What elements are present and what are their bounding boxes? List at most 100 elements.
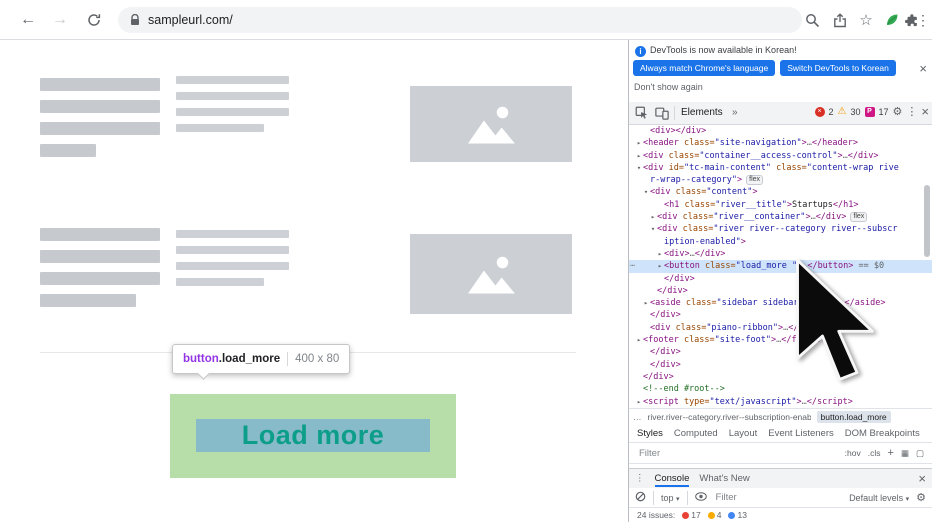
tree-row[interactable]: </div> <box>629 285 932 297</box>
tooltip-separator <box>287 352 288 366</box>
tree-row[interactable]: ▸<script type="text/javascript">…</scrip… <box>629 396 932 408</box>
console-settings-gear-icon[interactable]: ⚙ <box>916 491 926 504</box>
address-bar[interactable]: sampleurl.com/ <box>118 7 802 33</box>
console-filter-input[interactable] <box>714 491 843 504</box>
error-dot-icon <box>682 512 689 519</box>
row-overflow-icon[interactable]: ⋯ <box>630 260 635 272</box>
placeholder-line <box>176 92 289 100</box>
bookmark-star-icon[interactable]: ☆ <box>854 8 878 32</box>
live-expression-eye-icon[interactable] <box>695 492 707 503</box>
tree-row[interactable]: ▸<footer class="site-foot">…</footer> <box>629 334 932 346</box>
browser-menu-icon[interactable]: ⋮ <box>916 8 930 32</box>
tab-styles[interactable]: Styles <box>637 428 663 439</box>
warning-badge-icon[interactable]: ⚠ <box>838 107 847 117</box>
tree-row[interactable]: r-wrap--category">flex <box>629 174 932 186</box>
issues-label[interactable]: 24 issues: <box>637 510 675 520</box>
tree-row[interactable]: ▾<div id="tc-main-content" class="conten… <box>629 162 932 174</box>
tree-row[interactable]: ▸<div class="container__access-control">… <box>629 150 932 162</box>
tree-row[interactable]: ▾<div class="content"> <box>629 186 932 198</box>
expand-arrow-icon[interactable]: ▾ <box>635 162 643 174</box>
placeholder-line <box>176 230 289 238</box>
tree-row[interactable]: <h1 class="river__title">Startups</h1> <box>629 199 932 211</box>
tab-whats-new[interactable]: What's New <box>699 473 749 484</box>
toolbar-separator <box>653 491 654 505</box>
tree-row[interactable]: iption-enabled"> <box>629 236 932 248</box>
tab-console[interactable]: Console <box>655 471 690 487</box>
tree-row[interactable]: <div></div> <box>629 125 932 137</box>
tab-dom-breakpoints[interactable]: DOM Breakpoints <box>845 428 920 439</box>
more-tabs-icon[interactable]: » <box>732 107 738 118</box>
reload-icon[interactable] <box>82 8 106 32</box>
forward-icon[interactable]: → <box>48 8 72 32</box>
tab-layout[interactable]: Layout <box>729 428 758 439</box>
tree-row[interactable]: ▾<div class="river river--category river… <box>629 223 932 235</box>
expand-arrow-icon[interactable]: ▸ <box>649 211 657 223</box>
tree-row[interactable]: ▸<div>…</div> <box>629 248 932 260</box>
settings-gear-icon[interactable]: ⚙ <box>893 105 903 118</box>
expand-arrow-icon[interactable]: ▸ <box>635 137 643 149</box>
breadcrumb-ellipsis[interactable]: … <box>633 412 642 422</box>
tree-row[interactable]: </div> <box>629 346 932 358</box>
tree-row[interactable]: ▸<aside class="sidebar sidebar--main">…<… <box>629 297 932 309</box>
tab-event-listeners[interactable]: Event Listeners <box>768 428 833 439</box>
expand-arrow-icon[interactable]: ▸ <box>656 248 664 260</box>
styles-filter-input[interactable] <box>637 447 838 460</box>
share-icon[interactable] <box>828 8 852 32</box>
placeholder-bar <box>40 122 160 135</box>
expand-arrow-icon[interactable]: ▸ <box>635 396 643 408</box>
match-language-button[interactable]: Always match Chrome's language <box>633 60 775 76</box>
tree-row[interactable]: </div> <box>629 273 932 285</box>
computed-panel-icon[interactable]: ▢ <box>916 448 924 459</box>
drawer-close-icon[interactable]: × <box>918 472 926 485</box>
tree-row[interactable]: ▸<header class="site-navigation">…</head… <box>629 137 932 149</box>
mouse-cursor <box>786 256 882 396</box>
tree-row[interactable]: </div> <box>629 309 932 321</box>
back-icon[interactable]: ← <box>16 8 40 32</box>
expand-arrow-icon[interactable]: ▸ <box>635 150 643 162</box>
expand-arrow-icon[interactable]: ▸ <box>635 334 643 346</box>
load-more-button[interactable]: Load more <box>196 419 430 452</box>
tree-scrollbar-thumb[interactable] <box>924 185 930 257</box>
expand-arrow-icon[interactable]: ▸ <box>642 297 650 309</box>
breadcrumb-item-selected[interactable]: button.load_more <box>817 411 891 423</box>
elements-tree: <div></div>▸<header class="site-navigati… <box>629 125 932 408</box>
tree-row[interactable]: </div> <box>629 371 932 383</box>
expand-arrow-icon[interactable]: ▾ <box>642 186 650 198</box>
tree-row[interactable]: <!--end #root--> <box>629 383 932 395</box>
inspect-glyph <box>635 106 648 119</box>
breadcrumb-item[interactable]: river.river--category.river--subscriptio… <box>648 412 811 422</box>
load-more-label: Load more <box>242 420 385 451</box>
grid-overlay-icon[interactable]: ▦ <box>901 448 909 459</box>
toggle-class-button[interactable]: .cls <box>868 448 881 458</box>
expand-arrow-icon[interactable]: ▾ <box>649 223 657 235</box>
drawer-menu-icon[interactable]: ⋮ <box>635 473 645 484</box>
dont-show-again-link[interactable]: Don't show again <box>634 82 703 92</box>
tree-row[interactable]: ▸<div class="river__container">…</div>fl… <box>629 211 932 223</box>
zoom-icon[interactable] <box>800 8 824 32</box>
image-placeholder <box>410 234 572 314</box>
switch-korean-button[interactable]: Switch DevTools to Korean <box>780 60 896 76</box>
expand-arrow-icon[interactable]: ▸ <box>656 260 664 272</box>
notification-close-icon[interactable]: × <box>919 62 927 75</box>
device-toolbar-icon[interactable] <box>655 106 669 125</box>
tab-elements[interactable]: Elements <box>681 107 723 118</box>
console-context-select[interactable]: top ▾ <box>661 493 680 503</box>
info-icon: i <box>635 46 646 57</box>
tree-row[interactable]: <div class="piano-ribbon">…</div> <box>629 322 932 334</box>
issues-badge-icon[interactable]: P <box>865 107 875 117</box>
notification-message: DevTools is now available in Korean! <box>650 45 797 55</box>
clear-console-icon[interactable] <box>635 491 646 504</box>
toggle-hover-state-button[interactable]: :hov <box>845 448 861 458</box>
tab-computed[interactable]: Computed <box>674 428 718 439</box>
devtools-close-icon[interactable]: × <box>921 105 929 118</box>
log-levels-select[interactable]: Default levels ▾ <box>849 493 909 503</box>
devtools-menu-icon[interactable]: ⋮ <box>906 105 917 118</box>
photo-icon <box>462 251 520 297</box>
tree-row[interactable]: ⋯▸<button class="load_more ">…</button> … <box>629 260 932 272</box>
tree-row[interactable]: </div> <box>629 359 932 371</box>
error-badge-icon[interactable]: × <box>815 107 825 117</box>
new-style-rule-icon[interactable]: + <box>888 447 894 459</box>
chevron-down-icon: ▾ <box>906 496 910 503</box>
placeholder-bar <box>40 250 160 263</box>
inspect-element-icon[interactable] <box>635 106 648 124</box>
